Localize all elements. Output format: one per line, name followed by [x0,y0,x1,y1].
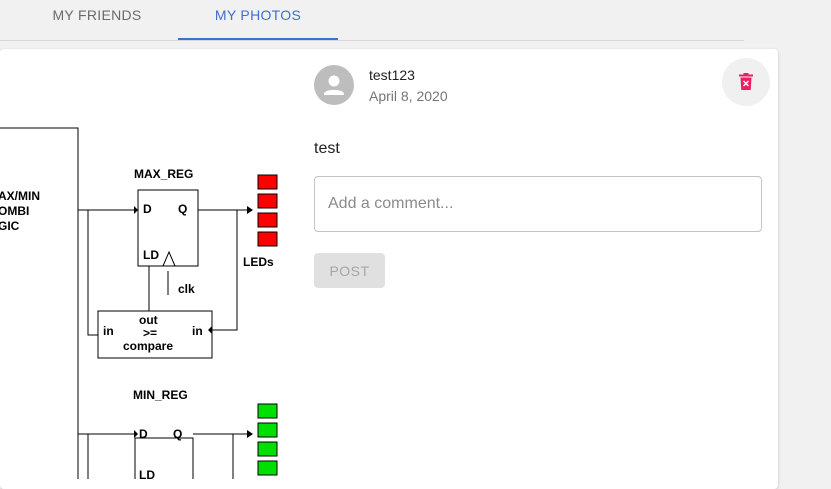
diagram-text: Q [173,427,182,441]
diagram-text: LD [139,468,155,479]
diagram-text: OMBI [0,204,29,218]
logic-block-outline [0,127,79,479]
tab-my-photos[interactable]: MY PHOTOS [178,0,338,40]
leds-label: LEDs [243,255,274,269]
avatar [314,65,354,105]
diagram-text: D [143,202,152,216]
post-date: April 8, 2020 [369,88,448,104]
green-leds [257,403,278,476]
post-caption: test [314,140,340,157]
tab-my-friends[interactable]: MY FRIENDS [33,0,161,38]
diagram-text: GIC [0,219,20,233]
red-leds [257,174,278,247]
diagram-text: D [139,427,148,441]
diagram-text: compare [123,339,173,353]
diagram-text: LD [143,248,159,262]
diagram-text: in [192,324,203,338]
comment-input[interactable] [314,176,762,232]
photo-card: AX/MIN OMBI GIC MAX_REG D Q LD LEDs clk … [0,49,778,489]
delete-photo-button[interactable] [722,58,770,106]
post-comment-button[interactable]: POST [314,253,385,288]
delete-icon [739,73,753,90]
max-reg-title: MAX_REG [134,167,193,181]
diagram-text: AX/MIN [0,189,40,203]
post-username[interactable]: test123 [369,67,415,83]
tab-bar: MY FRIENDS MY PHOTOS [0,0,744,41]
diagram-text: out [139,313,158,327]
photo-image[interactable]: AX/MIN OMBI GIC MAX_REG D Q LD LEDs clk … [0,49,300,479]
min-reg-title: MIN_REG [133,388,188,402]
clk-label: clk [178,282,195,296]
person-icon [324,75,344,95]
diagram-text: Q [178,202,187,216]
diagram-text: >= [143,326,157,340]
diagram-text: in [103,324,114,338]
